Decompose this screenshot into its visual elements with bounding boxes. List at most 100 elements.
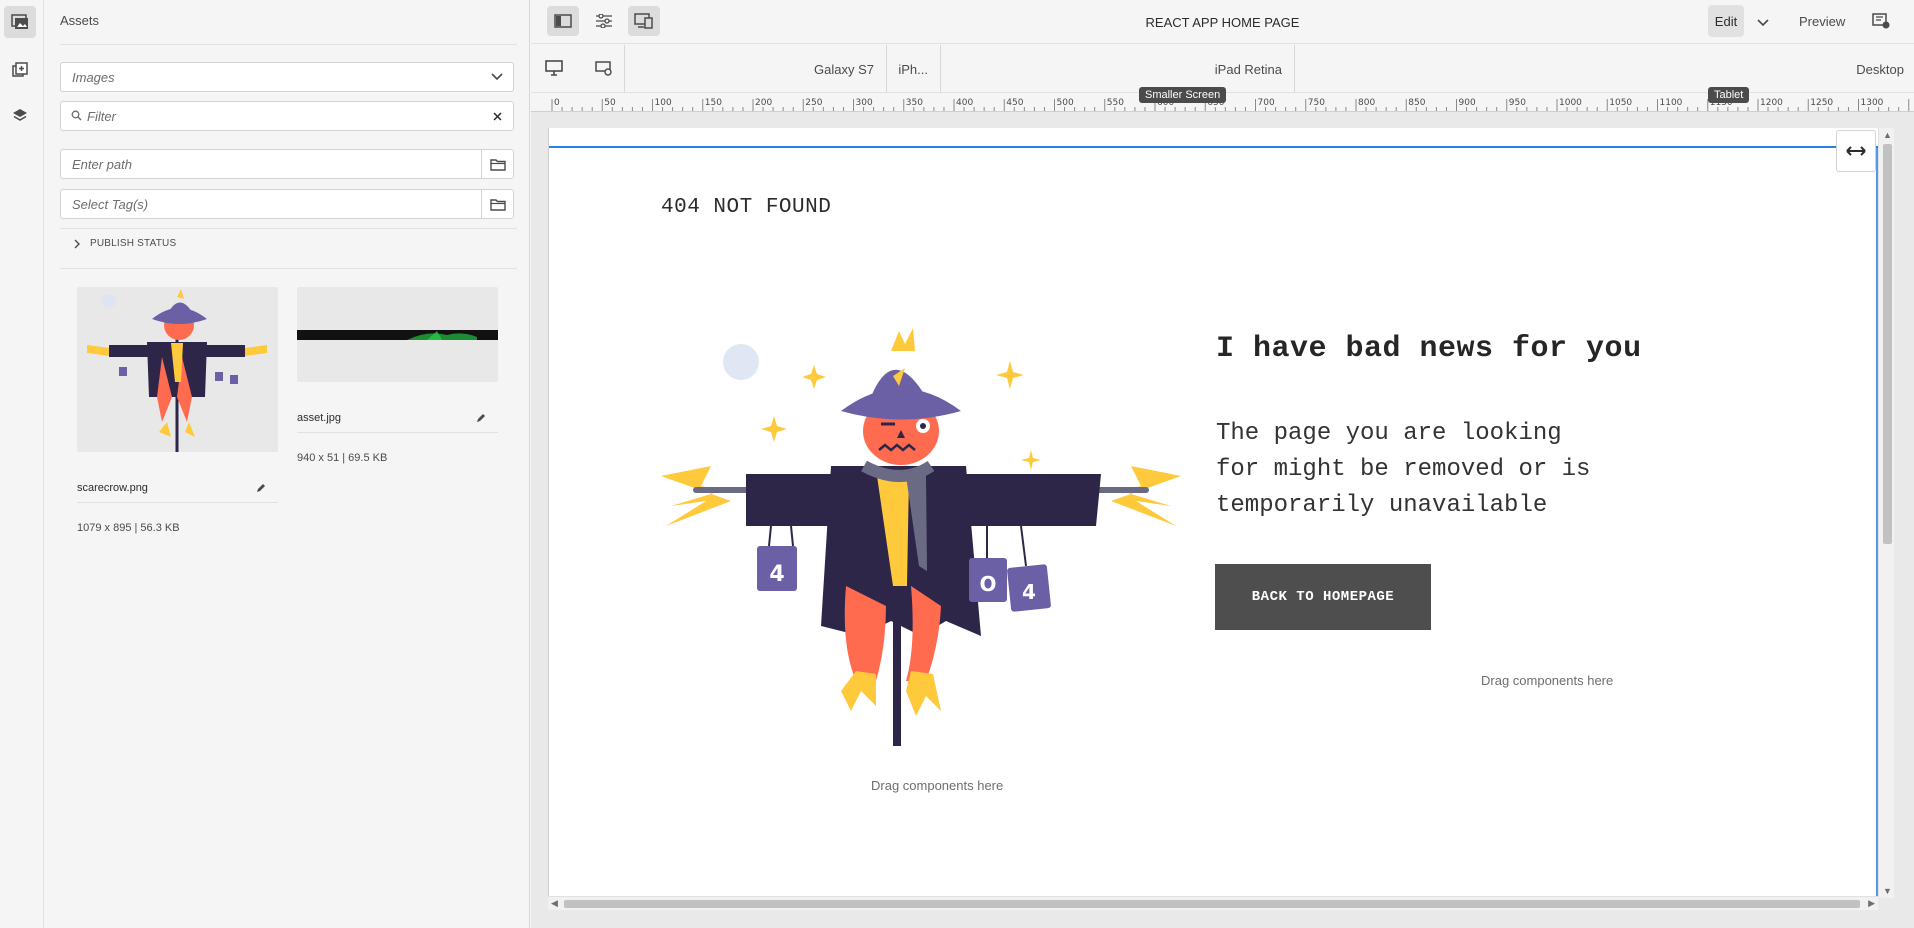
ruler-label: 0 [554, 98, 560, 108]
chevron-down-icon[interactable] [1757, 16, 1769, 30]
ruler-label: 850 [1408, 98, 1425, 108]
filter-placeholder: Filter [87, 108, 116, 124]
rotate-device-icon[interactable] [595, 60, 613, 79]
page-properties-button[interactable] [588, 6, 620, 36]
asset-type-value: Images [72, 69, 115, 85]
emulator-bar: Galaxy S7 iPh... iPad Retina Desktop [531, 45, 1914, 93]
selection-border-top [549, 146, 1878, 148]
publish-status-toggle[interactable]: PUBLISH STATUS [60, 238, 176, 249]
divider [77, 502, 278, 503]
divider [60, 44, 517, 45]
scroll-down-icon[interactable]: ▼ [1883, 886, 1892, 896]
folder-icon[interactable] [481, 150, 513, 178]
scarecrow-thumbnail-image [87, 289, 267, 452]
svg-text:4: 4 [1022, 580, 1036, 604]
resize-handle[interactable] [1836, 130, 1876, 172]
side-rail [0, 0, 44, 928]
device-label: Desktop [1856, 61, 1904, 77]
message-line: for might be removed or is [1216, 456, 1591, 483]
folder-icon[interactable] [481, 190, 513, 218]
toggle-side-panel-button[interactable] [547, 6, 579, 36]
horizontal-scrollbar[interactable]: ◀ ▶ [548, 896, 1878, 910]
ruler-label: 350 [906, 98, 923, 108]
ruler-label: 950 [1509, 98, 1526, 108]
ruler-label: 750 [1308, 98, 1325, 108]
preview-mode-button[interactable]: Preview [1799, 14, 1845, 29]
message-line: temporarily unavailable [1216, 492, 1548, 519]
device-label: Galaxy S7 [814, 61, 874, 77]
device-iphone[interactable]: iPh... [887, 45, 941, 93]
ruler-label: 100 [655, 98, 672, 108]
ruler-label: 1200 [1760, 98, 1783, 108]
resize-arrows-icon [1846, 146, 1866, 156]
tags-placeholder: Select Tag(s) [72, 196, 149, 212]
page-info-icon[interactable] [1872, 13, 1890, 32]
asset-thumbnail[interactable] [77, 287, 278, 452]
divider [60, 228, 517, 229]
layers-tab[interactable] [4, 100, 36, 132]
svg-text:4: 4 [769, 562, 784, 587]
ruler-label: 550 [1107, 98, 1124, 108]
edit-mode-button[interactable]: Edit [1708, 5, 1744, 37]
path-placeholder: Enter path [72, 156, 132, 172]
publish-status-label: PUBLISH STATUS [90, 238, 177, 249]
back-to-homepage-button[interactable]: BACK TO HOMEPAGE [1215, 564, 1431, 630]
tags-input[interactable]: Select Tag(s) [60, 189, 514, 219]
asset-thumbnail[interactable] [297, 287, 498, 382]
emulator-button[interactable] [628, 6, 660, 36]
drag-components-placeholder[interactable]: Drag components here [1481, 673, 1613, 688]
ruler-label: 250 [805, 98, 822, 108]
device-galaxy-s7[interactable]: Galaxy S7 [625, 45, 887, 93]
vertical-scrollbar[interactable]: ▲ ▼ [1878, 128, 1894, 898]
scarecrow-illustration[interactable]: 4 O 4 [661, 326, 1181, 746]
components-icon [12, 62, 28, 77]
page-frame: 404 NOT FOUND 4 O 4 I have bad news for … [548, 128, 1878, 898]
device-label: iPad Retina [1214, 61, 1282, 77]
ruler-label: 300 [856, 98, 873, 108]
error-headline[interactable]: I have bad news for you [1216, 332, 1642, 366]
scroll-thumb[interactable] [1883, 144, 1892, 544]
chevron-right-icon [74, 239, 80, 248]
asset-type-select[interactable]: Images [60, 62, 514, 92]
divider [297, 432, 498, 433]
scroll-left-icon[interactable]: ◀ [551, 898, 558, 909]
scroll-up-icon[interactable]: ▲ [1883, 130, 1892, 140]
assets-icon [11, 14, 28, 29]
sliders-icon [596, 14, 612, 28]
filter-input[interactable]: Filter [60, 101, 514, 131]
error-message[interactable]: The page you are looking for might be re… [1216, 416, 1616, 524]
ruler-label: 800 [1358, 98, 1375, 108]
device-label: iPh... [898, 61, 928, 77]
desktop-device-icon[interactable] [545, 60, 563, 79]
banner-thumbnail-image [297, 330, 498, 340]
ruler-label: 700 [1258, 98, 1275, 108]
scroll-right-icon[interactable]: ▶ [1868, 898, 1875, 909]
not-found-title[interactable]: 404 NOT FOUND [661, 196, 831, 219]
asset-name: asset.jpg [297, 412, 342, 424]
asset-name: scarecrow.png [77, 482, 148, 494]
device-ipad-retina[interactable]: iPad Retina [941, 45, 1295, 93]
svg-text:O: O [979, 572, 996, 596]
ruler-label: 400 [956, 98, 973, 108]
edit-icon[interactable] [256, 482, 266, 496]
scroll-thumb[interactable] [564, 900, 1860, 908]
ruler-label: 1000 [1559, 98, 1582, 108]
ruler-label: 1050 [1609, 98, 1632, 108]
edit-icon[interactable] [476, 412, 486, 426]
ruler-label: 450 [1006, 98, 1023, 108]
components-tab[interactable] [4, 54, 36, 86]
drag-components-placeholder[interactable]: Drag components here [871, 778, 1003, 793]
ruler-label: 50 [604, 98, 616, 108]
ruler-label: 150 [705, 98, 722, 108]
clear-icon[interactable] [481, 102, 513, 130]
ruler-label: 1300 [1861, 98, 1884, 108]
device-desktop[interactable]: Desktop [1295, 45, 1914, 93]
assets-tab[interactable] [4, 6, 36, 38]
message-line: The page you are looking [1216, 420, 1562, 447]
edit-label: Edit [1714, 13, 1738, 29]
smaller-screen-tooltip: Smaller Screen [1139, 87, 1227, 103]
path-input[interactable]: Enter path [60, 149, 514, 179]
editor-toolbar: REACT APP HOME PAGE Edit Preview [531, 0, 1914, 44]
page-title: REACT APP HOME PAGE [1145, 15, 1300, 30]
asset-meta: 1079 x 895 | 56.3 KB [77, 522, 180, 534]
